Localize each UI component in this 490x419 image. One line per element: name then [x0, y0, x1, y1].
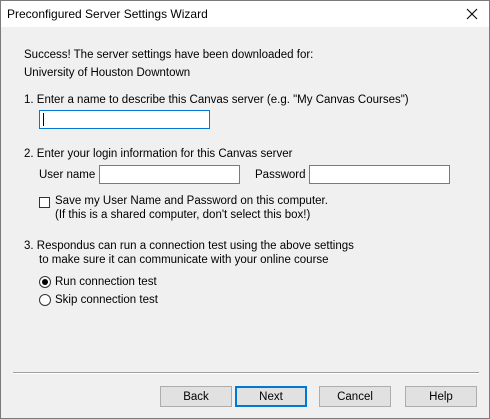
- skip-test-radio[interactable]: [39, 294, 51, 306]
- password-field[interactable]: [309, 165, 450, 184]
- window-title: Preconfigured Server Settings Wizard: [7, 7, 208, 21]
- run-test-label[interactable]: Run connection test: [55, 276, 157, 288]
- separator-line: [13, 372, 479, 374]
- save-credentials-checkbox[interactable]: [39, 197, 50, 208]
- back-button[interactable]: Back: [160, 386, 232, 407]
- help-button[interactable]: Help: [405, 386, 477, 407]
- username-field[interactable]: [99, 165, 240, 184]
- save-credentials-label[interactable]: Save my User Name and Password on this c…: [55, 195, 328, 207]
- success-message: Success! The server settings have been d…: [24, 49, 314, 61]
- step2-label: 2. Enter your login information for this…: [24, 148, 293, 160]
- text-caret: [43, 113, 44, 126]
- skip-test-label[interactable]: Skip connection test: [55, 294, 158, 306]
- institution-name: University of Houston Downtown: [24, 67, 191, 79]
- wizard-body: Success! The server settings have been d…: [1, 27, 489, 418]
- close-icon: [466, 8, 478, 20]
- close-button[interactable]: [455, 1, 489, 27]
- server-name-input[interactable]: [39, 110, 210, 129]
- wizard-window: Preconfigured Server Settings Wizard Suc…: [0, 0, 490, 419]
- run-test-radio[interactable]: [39, 276, 51, 288]
- step1-label: 1. Enter a name to describe this Canvas …: [24, 94, 409, 106]
- password-label: Password: [255, 169, 306, 181]
- title-bar: Preconfigured Server Settings Wizard: [1, 1, 489, 27]
- step3-label: 3. Respondus can run a connection test u…: [24, 240, 354, 252]
- username-label: User name: [39, 169, 96, 181]
- save-credentials-note: (If this is a shared computer, don't sel…: [55, 209, 311, 221]
- step3-label-line2: to make sure it can communicate with you…: [39, 254, 329, 266]
- radio-selected-dot: [42, 279, 48, 285]
- next-button[interactable]: Next: [235, 386, 307, 407]
- cancel-button[interactable]: Cancel: [319, 386, 391, 407]
